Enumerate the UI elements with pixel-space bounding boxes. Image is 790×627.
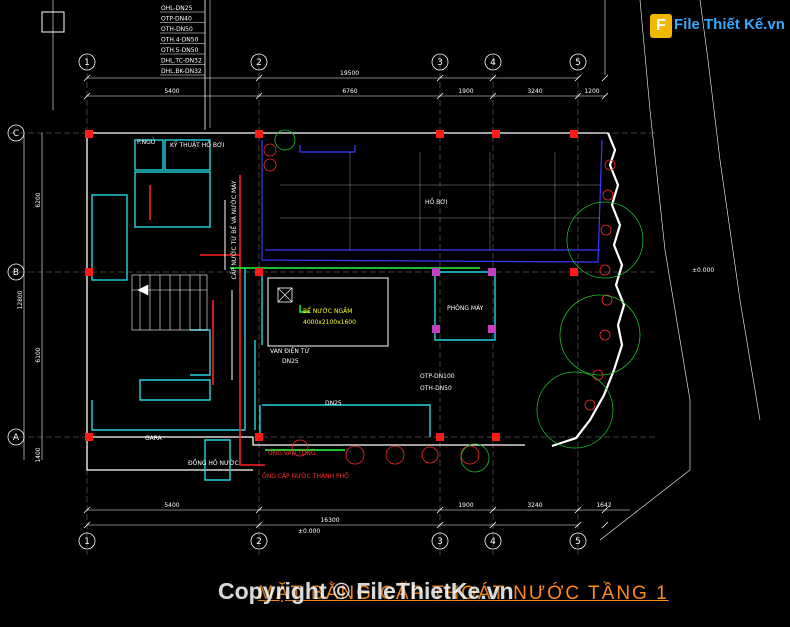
filethietke-logo: F File Thiết Kế.vn <box>650 12 785 42</box>
floor-plan-drawing: OHL-DN25 OTP-DN40 OTH-DN50 OTH.4-DN50 OTH.5-… <box>7 0 761 555</box>
dim-top-total: 19500 <box>340 70 359 77</box>
level-mark-bottom: ±0.000 <box>298 528 320 535</box>
level-mark-right: ±0.000 <box>692 267 714 274</box>
dim-bottom-total: 16300 <box>320 517 339 524</box>
curved-facade-wall <box>551 132 626 448</box>
axis-bubble-top: 1 <box>84 58 90 68</box>
trees <box>274 129 644 473</box>
axis-bubble-bottom: 2 <box>256 537 262 547</box>
axis-bubble-bottom: 4 <box>490 537 496 547</box>
copyright-watermark: Copyright © FileThietKe.vn <box>218 578 514 604</box>
supply-pipes <box>149 175 265 466</box>
dim-left-total: 12800 <box>17 290 24 309</box>
label-otp-pipe: OTP-DN100 <box>420 373 455 380</box>
building-walls <box>86 132 608 471</box>
dimension-lines <box>23 77 630 526</box>
label-water-meter: ĐỒNG HỒ NƯỚC <box>188 458 239 467</box>
interior-walls <box>91 139 496 481</box>
axis-bubble-top: 4 <box>490 58 496 68</box>
planter-circles <box>263 143 616 465</box>
pipe-legend-item: DHL.BK-DN32 <box>161 68 202 75</box>
dim-left: 6200 <box>35 192 42 207</box>
structural-columns <box>85 130 578 441</box>
label-pool: HỒ BƠI <box>425 197 448 206</box>
grid-lines <box>10 55 655 555</box>
axis-bubble-bottom: 1 <box>84 537 90 547</box>
label-water-tank-size: 4000x2100x1600 <box>303 319 356 326</box>
axis-bubble-left: B <box>13 268 19 278</box>
dim-top: 5400 <box>164 88 179 95</box>
dim-left: 6100 <box>35 347 42 362</box>
pipe-legend-item: DHL.TC-DN32 <box>161 58 202 65</box>
axis-bubble-left: A <box>13 433 20 443</box>
axis-bubble-bottom: 5 <box>575 537 581 547</box>
logo-text: File Thiết Kế.vn <box>674 16 785 33</box>
axis-bubble-bottom: 3 <box>437 537 443 547</box>
pipe-legend-item: OTH-DN50 <box>161 26 193 33</box>
magenta-columns <box>432 268 496 333</box>
site-boundary <box>699 0 761 421</box>
axis-bubble-top: 3 <box>437 58 443 68</box>
pipe-legend-item: OTH.4-DN50 <box>161 37 199 44</box>
dim-bottom: 5400 <box>164 502 179 509</box>
dim-top: 6760 <box>342 88 357 95</box>
pipe-legend-item: OTH.5-DN50 <box>161 47 199 54</box>
dim-bottom: 1642 <box>596 502 611 509</box>
dim-top: 1900 <box>458 88 473 95</box>
dim-left: 1400 <box>35 447 42 462</box>
dim-top: 3240 <box>527 88 542 95</box>
label-garage: GARA <box>145 435 163 442</box>
staircase <box>131 274 208 331</box>
label-valve-box: VAN ĐIỆN TỪ <box>270 347 310 355</box>
axis-bubble-top: 5 <box>575 58 581 68</box>
pipe-legend-item: OHL-DN25 <box>161 5 193 12</box>
axis-bubble-top: 2 <box>256 58 262 68</box>
axis-bubble-left: C <box>13 129 19 139</box>
label-room-sleep: P.NGỦ <box>137 138 155 146</box>
label-main-dn: DN25 <box>325 400 342 407</box>
label-water-tank: BỂ NƯỚC NGẦM <box>303 307 352 315</box>
label-main-valve: ỐNG VAN TỔNG <box>268 449 316 457</box>
pipe-legend: OHL-DN25 OTP-DN40 OTH-DN50 OTH.4-DN50 OTH.5-… <box>160 5 205 76</box>
label-city-pipe: ỐNG CẤP NƯỚC THÀNH PHỐ <box>262 472 349 480</box>
label-tech-room: KỸ THUẬT HỒ BƠI <box>170 140 224 149</box>
label-pump-room: PHÒNG MÁY <box>447 305 484 312</box>
pipe-legend-item: OTP-DN40 <box>161 16 192 23</box>
logo-mark: F <box>650 14 672 38</box>
dim-bottom: 3240 <box>527 502 542 509</box>
label-riser-note: CẤP NƯỚC TỪ BỂ VÀ NƯỚC MÁY <box>230 180 238 279</box>
dim-top: 1200 <box>584 88 599 95</box>
label-oth-pipe: OTH-DN50 <box>420 385 452 392</box>
label-valve-dn: DN25 <box>282 358 299 365</box>
dim-bottom: 1900 <box>458 502 473 509</box>
